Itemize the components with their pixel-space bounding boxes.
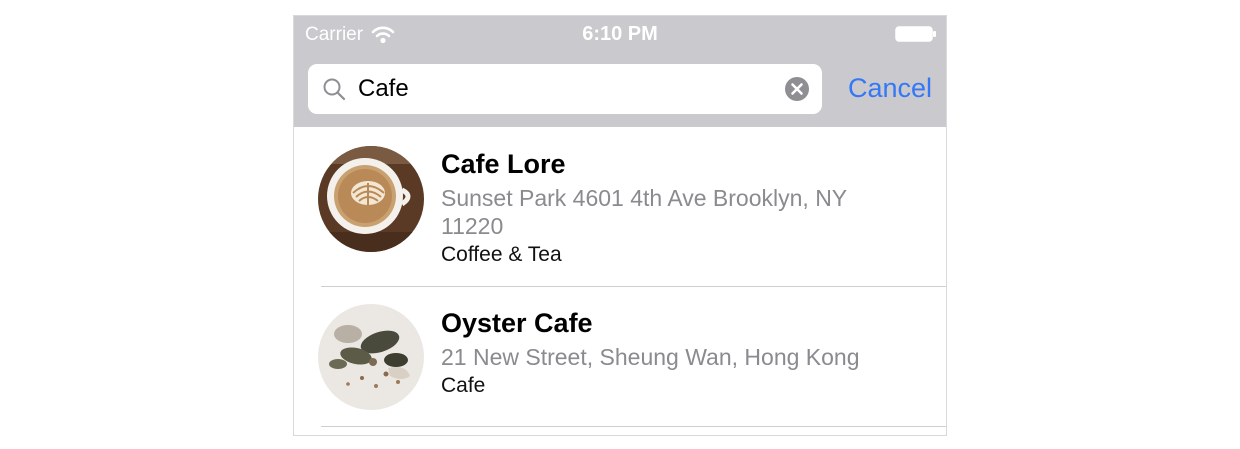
search-input[interactable] [358,64,758,114]
search-icon [323,78,346,101]
result-address: 21 New Street, Sheung Wan, Hong Kong [441,344,860,370]
latte-art-photo [318,146,424,252]
status-bar: Carrier 6:10 PM [294,16,946,52]
result-text: Oyster Cafe 21 New Street, Sheung Wan, H… [441,306,896,400]
search-field[interactable] [308,64,822,114]
result-row[interactable]: Cafe Lore Sunset Park 4601 4th Ave Brook… [294,127,946,287]
cancel-button[interactable]: Cancel [848,73,932,104]
result-text: Cafe Lore Sunset Park 4601 4th Ave Brook… [441,147,896,269]
search-row: Cancel [294,64,946,114]
row-divider [321,426,946,427]
oyster-dish-photo [318,304,424,410]
result-address: Sunset Park 4601 4th Ave Brooklyn, NY 11… [441,185,847,239]
search-header: Carrier 6:10 PM Cafe Cancel [294,16,946,127]
result-name: Oyster Cafe [441,308,593,338]
result-category: Cafe [441,374,486,397]
status-time: 6:10 PM [582,23,658,45]
result-category: Coffee & Tea [441,243,562,266]
clear-icon[interactable] [785,77,809,101]
battery-icon [895,26,936,42]
results-list: Cafe Lore Sunset Park 4601 4th Ave Brook… [294,127,946,427]
result-name: Cafe Lore [441,149,566,179]
result-row[interactable]: Oyster Cafe 21 New Street, Sheung Wan, H… [294,287,946,427]
phone-screen: Carrier 6:10 PM Cafe Cancel Cafe Lore Su… [293,15,947,436]
